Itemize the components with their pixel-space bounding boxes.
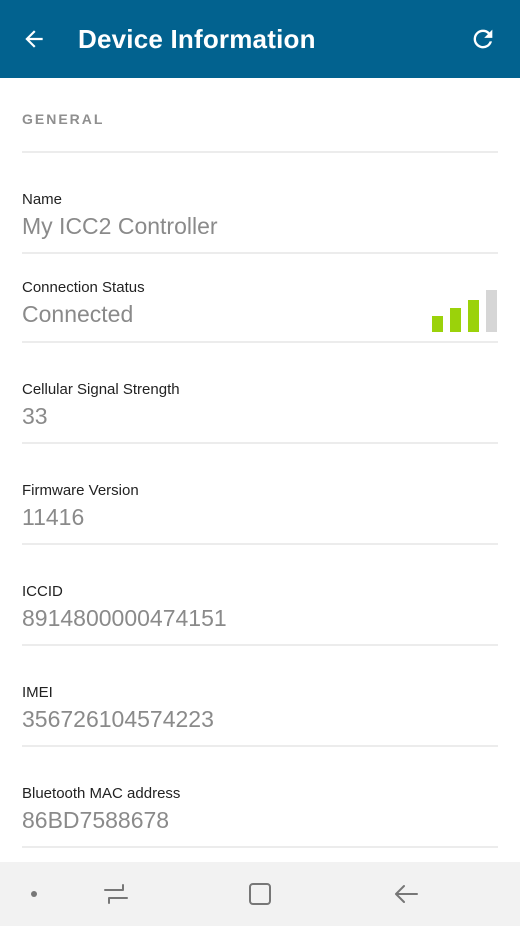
connection-status-row: Connection Status Connected <box>22 254 498 343</box>
imei-label: IMEI <box>22 684 53 701</box>
bluetooth-mac-value: 86BD7588678 <box>22 807 170 833</box>
iccid-row: ICCID 8914800000474151 <box>22 545 498 646</box>
signal-bar <box>468 300 479 332</box>
imei-row: IMEI 356726104574223 <box>22 646 498 747</box>
cellular-signal-value: 33 <box>22 403 48 429</box>
arrow-back-icon <box>25 30 43 48</box>
signal-strength-icon <box>432 290 498 332</box>
refresh-icon <box>473 29 493 49</box>
recents-icon <box>104 884 128 904</box>
cellular-signal-label: Cellular Signal Strength <box>22 381 180 398</box>
firmware-version-label: Firmware Version <box>22 482 139 499</box>
firmware-version-row: Firmware Version 11416 <box>22 444 498 545</box>
section-header: GENERAL <box>22 78 498 153</box>
page-title: Device Information <box>78 24 316 54</box>
cellular-signal-row: Cellular Signal Strength 33 <box>22 343 498 444</box>
back-button[interactable] <box>16 22 52 56</box>
nav-home-button[interactable] <box>240 878 280 910</box>
firmware-version-value: 11416 <box>22 504 85 530</box>
bluetooth-mac-row: Bluetooth MAC address 86BD7588678 <box>22 747 498 848</box>
home-icon <box>249 883 271 905</box>
nav-dot-button[interactable] <box>20 878 48 910</box>
dot-icon <box>31 891 37 897</box>
back-icon <box>395 885 418 903</box>
device-info-list: GENERAL Name My ICC2 Controller Connecti… <box>22 78 498 848</box>
system-navigation-bar <box>0 862 520 926</box>
iccid-label: ICCID <box>22 583 63 600</box>
nav-recents-button[interactable] <box>96 878 136 910</box>
nav-back-button[interactable] <box>386 878 426 910</box>
connection-status-value: Connected <box>22 301 134 327</box>
refresh-button[interactable] <box>466 22 500 56</box>
signal-bar <box>486 290 497 332</box>
section-title: GENERAL <box>22 111 105 127</box>
signal-bar <box>432 316 443 332</box>
bluetooth-mac-label: Bluetooth MAC address <box>22 785 181 802</box>
connection-status-label: Connection Status <box>22 279 145 296</box>
name-row: Name My ICC2 Controller <box>22 153 498 254</box>
name-label: Name <box>22 191 63 208</box>
app-bar: Device Information <box>0 0 520 78</box>
name-value: My ICC2 Controller <box>22 213 218 239</box>
imei-value: 356726104574223 <box>22 706 214 732</box>
signal-bar <box>450 308 461 332</box>
iccid-value: 8914800000474151 <box>22 605 227 631</box>
